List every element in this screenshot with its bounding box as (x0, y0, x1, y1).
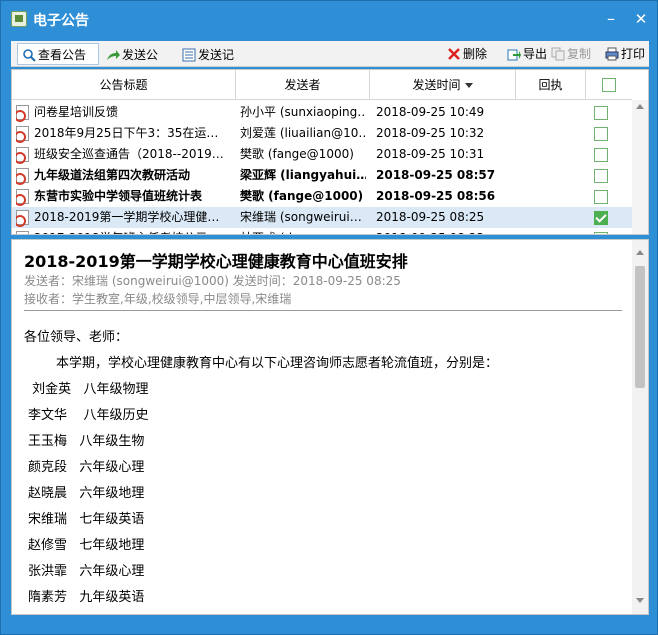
table-row[interactable]: 2018年9月25日下午3：35在运… 刘爱莲 (liuailian@10… 201… (12, 123, 632, 144)
scroll-up-icon[interactable] (636, 250, 644, 255)
scroll-down-icon[interactable] (636, 598, 644, 603)
row-time: 2018-09-25 10:32 (376, 126, 485, 140)
row-sender: 孙小平 (sunxiaoping… (240, 105, 366, 119)
row-checkbox[interactable] (594, 232, 608, 234)
app-icon (11, 11, 27, 27)
detail-sender-line: 发送者：宋维瑞 (songweirui@1000) 发送时间：2018-09-2… (24, 274, 401, 288)
tab-send-announcement[interactable]: 发送公告 (101, 43, 175, 84)
row-time: 2018-09-25 08:23 (376, 228, 514, 234)
row-checkbox[interactable] (594, 127, 608, 141)
printer-icon (605, 47, 619, 61)
row-title: 九年级道法组第四次教研活动 (34, 168, 191, 182)
notice-doc-icon (16, 102, 32, 123)
row-time: 2018-09-25 08:56 (376, 189, 496, 203)
row-title: 2018年9月25日下午3：35在运… (34, 126, 219, 140)
row-time: 2018-09-25 10:31 (376, 147, 485, 161)
row-title: 班级安全巡查通告（2018--2019… (34, 147, 224, 161)
row-checkbox[interactable] (594, 106, 608, 120)
detail-divider (24, 310, 622, 311)
magnifier-icon (23, 49, 36, 62)
row-sender: 樊歌 (fange@1000) (240, 189, 364, 203)
send-arrow-icon (107, 50, 120, 60)
copy-button[interactable]: 复制 (549, 43, 595, 65)
tab-label: 查看公告 (38, 48, 87, 62)
row-title: 2018-2019第一学期学校心理健… (34, 210, 220, 224)
staff-entry: 张洪霏 六年级心理 (28, 564, 145, 579)
announcement-list: 公告标题 发送者 发送时间 回执 问卷星培训反馈 孙小平 (sunxiaoping… (11, 69, 649, 235)
list-icon (182, 48, 196, 62)
row-sender: 宋维瑞 (songweirui… (240, 210, 362, 224)
column-header-title[interactable]: 公告标题 (12, 70, 236, 100)
table-row[interactable]: 2017-2018学年班主任考核公示林亚成 (duanyanyu… 2018-09… (12, 228, 632, 234)
row-checkbox[interactable] (594, 169, 608, 183)
detail-intro: 本学期，学校心理健康教育中心有以下心理咨询师志愿者轮流值班，分别是： (56, 356, 499, 371)
notice-doc-icon (16, 144, 32, 165)
tab-view-announcements[interactable]: 查看公告 (17, 43, 99, 65)
close-button[interactable]: ✕ (631, 9, 651, 29)
detail-receiver-line: 接收者：学生教室,年级,校级领导,中层领导,宋维瑞 (24, 292, 292, 306)
table-row[interactable]: 九年级道法组第四次教研活动 梁亚辉 (liangyahui… 2018-09-25 … (12, 165, 632, 186)
row-title: 东营市实验中学领导值班统计表 (34, 189, 203, 203)
row-checkbox[interactable] (594, 211, 608, 225)
staff-entry: 刘金英 八年级物理 (28, 382, 149, 397)
notice-doc-icon (16, 186, 32, 207)
row-sender: 樊歌 (fange@1000) (240, 147, 354, 161)
title-bar: 电子公告 – ✕ (1, 1, 657, 37)
row-time: 2018-09-25 08:57 (376, 168, 496, 182)
column-header-sender[interactable]: 发送者 (236, 70, 370, 100)
export-button[interactable]: 导出 (505, 43, 549, 65)
detail-greeting: 各位领导、老师： (24, 330, 129, 345)
staff-entry: 宋维瑞 七年级英语 (28, 512, 145, 527)
row-checkbox[interactable] (594, 190, 608, 204)
minimize-button[interactable]: – (601, 9, 621, 29)
staff-entry: 赵修雪 七年级地理 (28, 538, 145, 553)
column-header-select-all[interactable] (586, 70, 632, 100)
table-row[interactable]: 问卷星培训反馈 孙小平 (sunxiaoping… 2018-09-25 10:49 (12, 102, 632, 123)
scroll-thumb[interactable] (635, 266, 645, 388)
notice-doc-icon (16, 228, 32, 234)
window-title: 电子公告 (33, 13, 89, 29)
table-row[interactable]: 2018-2019第一学期学校心理健… 宋维瑞 (songweirui… 2018-… (12, 207, 632, 228)
announcement-detail: 2018-2019第一学期学校心理健康教育中心值班安排 发送者：宋维瑞 (son… (11, 239, 649, 615)
tab-send-log[interactable]: 发送记录 (177, 43, 251, 84)
row-sender: 林亚成 (duanyanyu… (240, 228, 366, 234)
notice-doc-icon (16, 165, 32, 186)
staff-entry: 李文华 八年级历史 (28, 408, 149, 423)
row-sender: 刘爱莲 (liuailian@10… (240, 126, 366, 140)
table-row[interactable]: 班级安全巡查通告（2018--2019… 樊歌 (fange@1000) 2018-… (12, 144, 632, 165)
table-row[interactable]: 东营市实验中学领导值班统计表 樊歌 (fange@1000) 2018-09-25 … (12, 186, 632, 207)
notice-doc-icon (16, 207, 32, 228)
row-checkbox[interactable] (594, 148, 608, 162)
row-time: 2018-09-25 08:25 (376, 210, 485, 224)
detail-title: 2018-2019第一学期学校心理健康教育中心值班安排 (24, 252, 408, 271)
list-header: 公告标题 发送者 发送时间 回执 (12, 70, 632, 100)
row-time: 2018-09-25 10:49 (376, 105, 485, 119)
toolbar: 查看公告 发送公告 发送记录 删除 (11, 41, 649, 84)
sort-descending-icon (464, 83, 473, 88)
delete-button[interactable]: 删除 (445, 43, 497, 65)
staff-entry: 颜克段 六年级心理 (28, 460, 145, 475)
notice-doc-icon (16, 123, 32, 144)
detail-scrollbar[interactable] (632, 240, 648, 614)
row-title: 2017-2018学年班主任考核公示 (34, 228, 234, 234)
staff-entry: 王玉梅 八年级生物 (28, 434, 145, 449)
staff-entry: 赵晓晨 六年级地理 (28, 486, 145, 501)
scroll-up-icon[interactable] (636, 104, 644, 109)
announcement-window: 电子公告 – ✕ 查看公告 发送公告 发送记录 (0, 0, 658, 635)
select-all-checkbox[interactable] (602, 78, 616, 92)
column-header-receipt[interactable]: 回执 (516, 70, 586, 100)
column-header-time[interactable]: 发送时间 (370, 70, 516, 100)
row-title: 问卷星培训反馈 (34, 105, 119, 119)
staff-entry: 隋素芳 九年级英语 (28, 590, 145, 605)
list-scrollbar[interactable] (632, 100, 648, 234)
print-button[interactable]: 打印 (603, 43, 649, 65)
copy-icon (551, 47, 565, 61)
delete-x-icon (448, 48, 460, 60)
export-icon (507, 49, 521, 61)
row-sender: 梁亚辉 (liangyahui… (240, 168, 366, 182)
